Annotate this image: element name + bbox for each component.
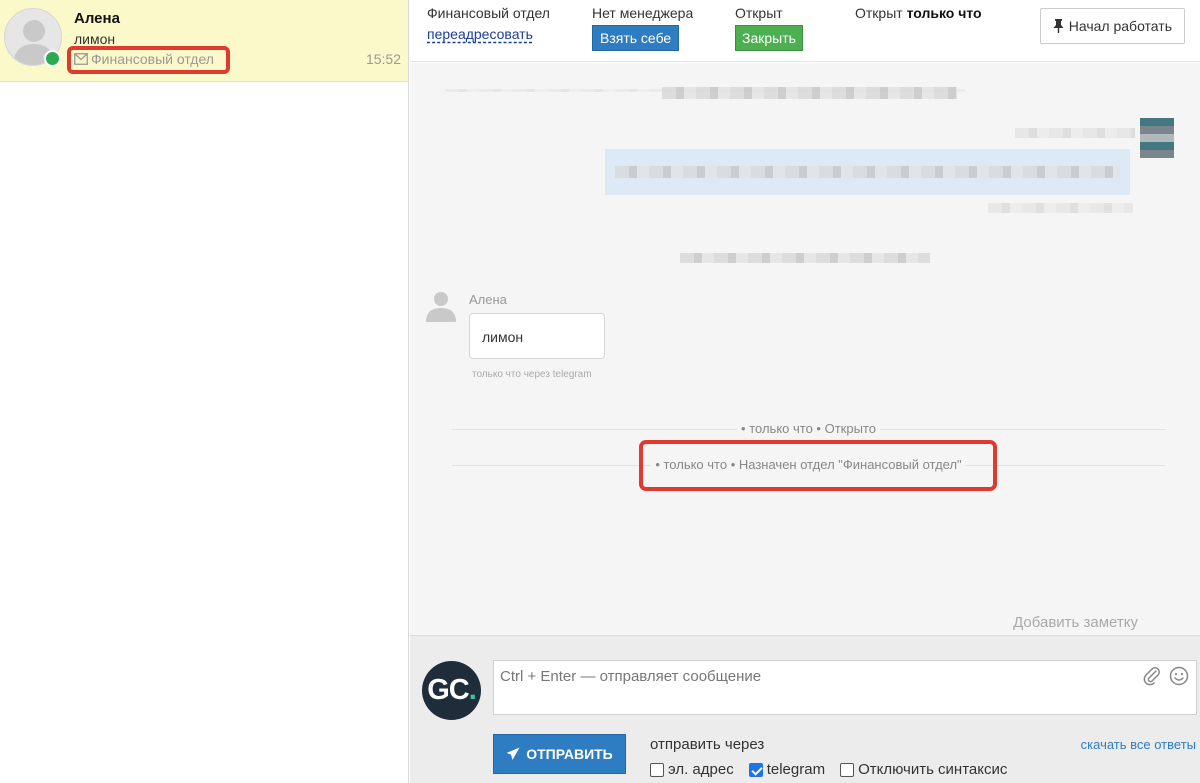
status-label: Открыт [735,5,783,21]
send-button[interactable]: ОТПРАВИТЬ [493,734,626,774]
paper-plane-icon [506,747,520,760]
telegram-checkbox[interactable] [748,762,763,777]
send-options: эл. адрес telegram Отключить синтаксис [650,761,1007,778]
message-bubble: лимон [469,313,605,359]
opened-prefix: Открыт [855,5,903,21]
option-telegram-label: telegram [766,761,826,778]
conversation-name: Алена [74,10,120,27]
pin-icon [1053,19,1064,33]
conversation-item[interactable]: Алена лимон Финансовый отдел 15:52 [0,0,408,82]
download-all-answers-link[interactable]: скачать все ответы [1081,737,1196,752]
event-opened-text: • только что • Открыто [737,421,880,436]
start-work-label: Начал работать [1068,18,1172,34]
paperclip-icon[interactable] [1142,666,1162,686]
redirect-link[interactable]: переадресовать [427,26,550,42]
option-disable-syntax[interactable]: Отключить синтаксис [840,761,1007,778]
opened-when: только что [906,5,982,21]
add-note-link[interactable]: Добавить заметку [1013,614,1138,631]
operator-initials: GC [427,674,469,706]
conversation-last-message: лимон [74,31,116,47]
start-work-button[interactable]: Начал работать [1039,8,1185,44]
manager-label: Нет менеджера [592,5,694,21]
message-history[interactable]: Алена лимон только что через telegram • … [410,63,1200,635]
blurred-avatar [1140,118,1174,158]
chat-main: Финансовый отдел переадресовать Нет мене… [410,0,1200,783]
manager-block: Нет менеджера Взять себе [592,5,693,51]
operator-avatar: GC. [422,661,481,720]
online-status-dot [44,50,61,67]
message-composer: GC. ОТПРАВИТЬ отправить через скачать вс… [410,635,1200,783]
operator-logo-dot: . [468,674,477,706]
send-via-label: отправить через [650,736,765,753]
department-label: Финансовый отдел [427,5,550,21]
department-block: Финансовый отдел переадресовать [427,5,550,42]
highlight-frame-department [67,46,230,74]
event-opened: • только что • Открыто [452,421,1165,436]
close-conversation-button[interactable]: Закрыть [735,25,803,51]
emoji-icon[interactable] [1169,666,1189,686]
message-author-avatar-icon [426,292,456,322]
message-author: Алена [469,292,507,307]
blurred-author [1015,128,1135,138]
option-telegram[interactable]: telegram [748,761,826,778]
blurred-event [680,253,930,263]
disable-syntax-checkbox[interactable] [840,762,855,777]
chat-topbar: Финансовый отдел переадресовать Нет мене… [410,0,1200,62]
blurred-meta [988,203,1133,213]
message-meta: только что через telegram [472,369,592,380]
blurred-date [662,87,957,99]
status-block: Открыт Закрыть [735,5,803,51]
conversation-time: 15:52 [365,51,401,67]
blurred-message-bubble [605,149,1130,195]
option-email-label: эл. адрес [668,761,734,778]
message-input[interactable] [493,660,1197,715]
highlight-frame-event [639,440,997,491]
conversation-sidebar: Алена лимон Финансовый отдел 15:52 [0,0,409,783]
option-email[interactable]: эл. адрес [650,761,734,778]
opened-info: Открыт только что [855,5,982,21]
option-disable-syntax-label: Отключить синтаксис [858,761,1008,778]
take-conversation-button[interactable]: Взять себе [592,25,680,51]
blurred-message-text [615,166,1120,178]
send-button-label: ОТПРАВИТЬ [526,746,613,762]
email-checkbox[interactable] [650,762,664,777]
